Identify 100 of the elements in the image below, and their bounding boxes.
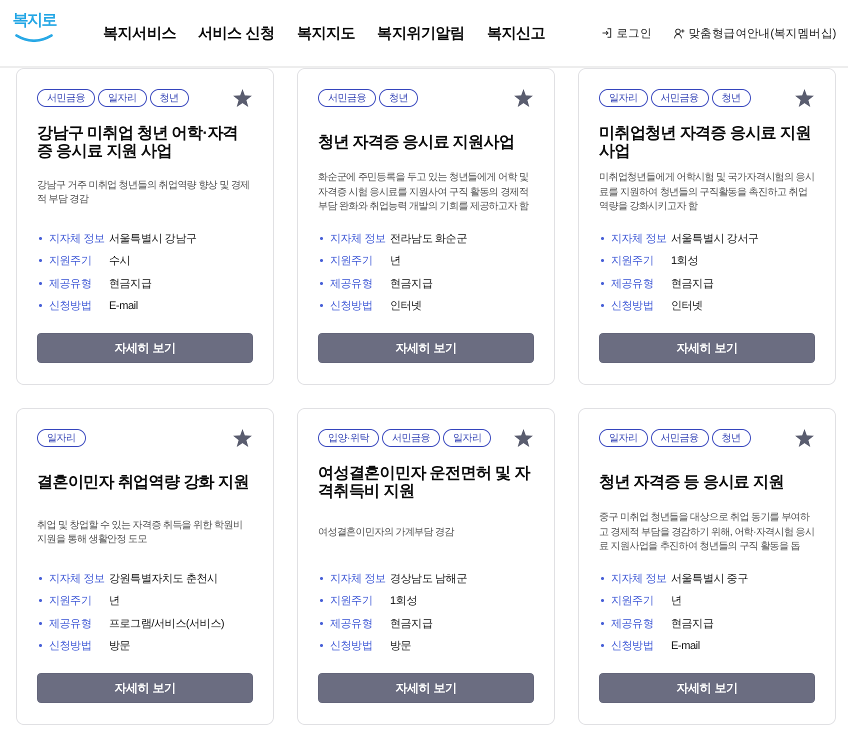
info-label: 제공유형	[49, 616, 92, 631]
star-icon[interactable]	[233, 429, 252, 447]
info-value: 현금지급	[390, 276, 432, 291]
info-label: 지자체 정보	[330, 232, 387, 246]
info-label: 지자체 정보	[611, 572, 668, 586]
info-label: 제공유형	[611, 276, 654, 291]
star-icon[interactable]	[795, 89, 814, 107]
info-label: 제공유형	[611, 616, 654, 631]
bullet-dot-icon	[39, 622, 42, 625]
login-link[interactable]: 로그인	[602, 26, 652, 40]
nav-link[interactable]: 복지위기알림	[377, 24, 465, 42]
info-label: 신청방법	[611, 299, 654, 314]
bullet-dot-icon	[320, 622, 323, 625]
info-value: 서울특별시 강남구	[109, 232, 196, 246]
bullet-dot-icon	[601, 599, 604, 602]
details-button[interactable]: 자세히 보기	[318, 673, 534, 703]
info-value: 년	[109, 594, 120, 608]
bullet-dot-icon	[39, 282, 42, 285]
info-value: E-mail	[109, 300, 138, 312]
info-label: 지자체 정보	[611, 232, 668, 246]
category-tag: 청년	[712, 89, 750, 107]
info-value: E-mail	[671, 640, 700, 652]
card-description: 미취업청년들에게 어학시험 및 국가자격시험의 응시료를 지원하여 청년들의 구직활동을 촉진하고 취업역량을 강화시키고자 함	[599, 171, 815, 214]
bullet-dot-icon	[320, 282, 323, 285]
nav-link[interactable]: 복지서비스	[103, 24, 176, 42]
info-label: 신청방법	[49, 299, 92, 314]
details-button[interactable]: 자세히 보기	[37, 673, 253, 703]
category-tag: 서민금융	[650, 429, 708, 447]
category-tag: 청년	[712, 429, 750, 447]
card-title: 결혼이민자 취업역량 강화 지원	[37, 474, 249, 492]
info-label: 신청방법	[49, 639, 92, 654]
details-button[interactable]: 자세히 보기	[37, 333, 253, 363]
info-label: 신청방법	[611, 639, 654, 654]
info-value: 현금지급	[671, 616, 714, 631]
card-title: 여성결혼이민자 운전면허 및 자격취득비 지원	[318, 465, 532, 501]
info-label: 지자체 정보	[49, 572, 106, 586]
info-value: 수시	[109, 254, 130, 268]
star-icon[interactable]	[233, 89, 252, 107]
star-icon[interactable]	[795, 429, 814, 447]
info-value: 프로그램/서비스(서비스)	[109, 616, 224, 631]
info-label: 신청방법	[330, 639, 374, 654]
smile-curve-icon	[15, 34, 53, 42]
info-label: 지원주기	[611, 594, 654, 608]
bullet-dot-icon	[320, 236, 323, 240]
card-title: 청년 자격증 등 응시료 지원	[599, 474, 784, 492]
info-value: 년	[671, 594, 682, 608]
bullet-dot-icon	[601, 576, 604, 580]
info-value: 서울특별시 강서구	[671, 232, 758, 246]
card-title: 미취업청년 자격증 응시료 지원 사업	[599, 125, 812, 161]
card-description: 여성결혼이민자의 가계부담 경감	[318, 526, 454, 540]
info-value: 현금지급	[671, 276, 714, 291]
category-tag: 입양·위탁	[318, 429, 379, 447]
info-value: 방문	[109, 639, 130, 654]
nav-link[interactable]: 복지지도	[296, 24, 356, 42]
info-value: 서울특별시 중구	[671, 572, 748, 586]
star-icon[interactable]	[514, 89, 533, 107]
bullet-dot-icon	[601, 282, 604, 285]
info-label: 지원주기	[330, 254, 374, 268]
info-value: 인터넷	[390, 299, 422, 314]
card-description: 취업 및 창업할 수 있는 자격증 취득을 위한 학원비 지원을 통해 생활안정 도모	[37, 518, 244, 547]
details-button[interactable]: 자세히 보기	[599, 333, 815, 363]
bullet-dot-icon	[39, 236, 42, 240]
nav-link[interactable]: 복지신고	[486, 24, 546, 42]
info-label: 제공유형	[330, 616, 374, 631]
bullet-dot-icon	[39, 576, 42, 580]
info-label: 지자체 정보	[330, 572, 387, 586]
star-icon[interactable]	[514, 429, 533, 447]
bullet-dot-icon	[320, 644, 323, 648]
info-label: 지자체 정보	[49, 232, 106, 246]
info-label: 제공유형	[49, 276, 92, 291]
bullet-dot-icon	[601, 236, 604, 240]
info-label: 지원주기	[49, 594, 92, 608]
category-tag: 일자리	[442, 429, 492, 447]
category-tag: 서민금융	[37, 89, 95, 107]
card-description: 강남구 거주 미취업 청년들의 취업역량 향상 및 경제적 부담 경감	[37, 178, 251, 207]
bullet-dot-icon	[601, 644, 604, 648]
category-tag: 서민금융	[318, 89, 376, 107]
info-value: 현금지급	[390, 616, 432, 631]
bullet-dot-icon	[320, 599, 323, 602]
category-tag: 청년	[379, 89, 418, 107]
card-title: 청년 자격증 응시료 지원사업	[318, 134, 514, 152]
category-tag: 서민금융	[382, 429, 440, 447]
details-button[interactable]: 자세히 보기	[599, 673, 815, 703]
bullet-dot-icon	[39, 304, 42, 308]
info-value: 경상남도 남해군	[390, 572, 467, 586]
category-tag: 일자리	[599, 89, 648, 107]
info-label: 지원주기	[49, 254, 92, 268]
nav-link[interactable]: 서비스 신청	[198, 24, 275, 42]
bullet-dot-icon	[320, 576, 323, 580]
bullet-dot-icon	[39, 259, 42, 262]
bullet-dot-icon	[320, 304, 323, 308]
info-value: 1회성	[390, 594, 417, 608]
membership-link[interactable]: 맞춤형급여안내(복지멤버십)	[674, 26, 836, 40]
details-button[interactable]: 자세히 보기	[318, 333, 534, 363]
card-title: 강남구 미취업 청년 어학·자격증 응시료 지원 사업	[37, 125, 240, 161]
info-value: 전라남도 화순군	[390, 232, 467, 246]
info-label: 제공유형	[330, 276, 374, 291]
bullet-dot-icon	[601, 622, 604, 625]
arrow-into-bracket-icon	[602, 28, 612, 38]
category-tag: 일자리	[37, 429, 86, 447]
